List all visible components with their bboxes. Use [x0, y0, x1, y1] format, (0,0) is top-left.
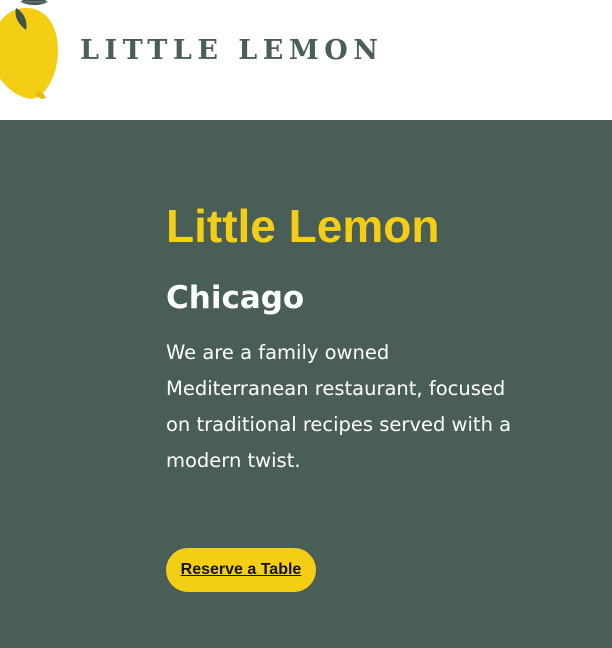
- hero-subtitle: Chicago: [166, 280, 305, 316]
- page: LITTLE LEMON Little Lemon Chicago We are…: [0, 0, 612, 648]
- lemon-icon: [0, 0, 58, 99]
- hero-section: Little Lemon Chicago We are a family own…: [0, 120, 612, 648]
- site-header: LITTLE LEMON: [0, 0, 612, 120]
- hero-description: We are a family owned Mediterranean rest…: [166, 341, 512, 472]
- reserve-table-button[interactable]: Reserve a Table: [166, 548, 316, 592]
- hero-title: Little Lemon: [166, 200, 440, 252]
- logo-wordmark: LITTLE LEMON: [80, 35, 384, 66]
